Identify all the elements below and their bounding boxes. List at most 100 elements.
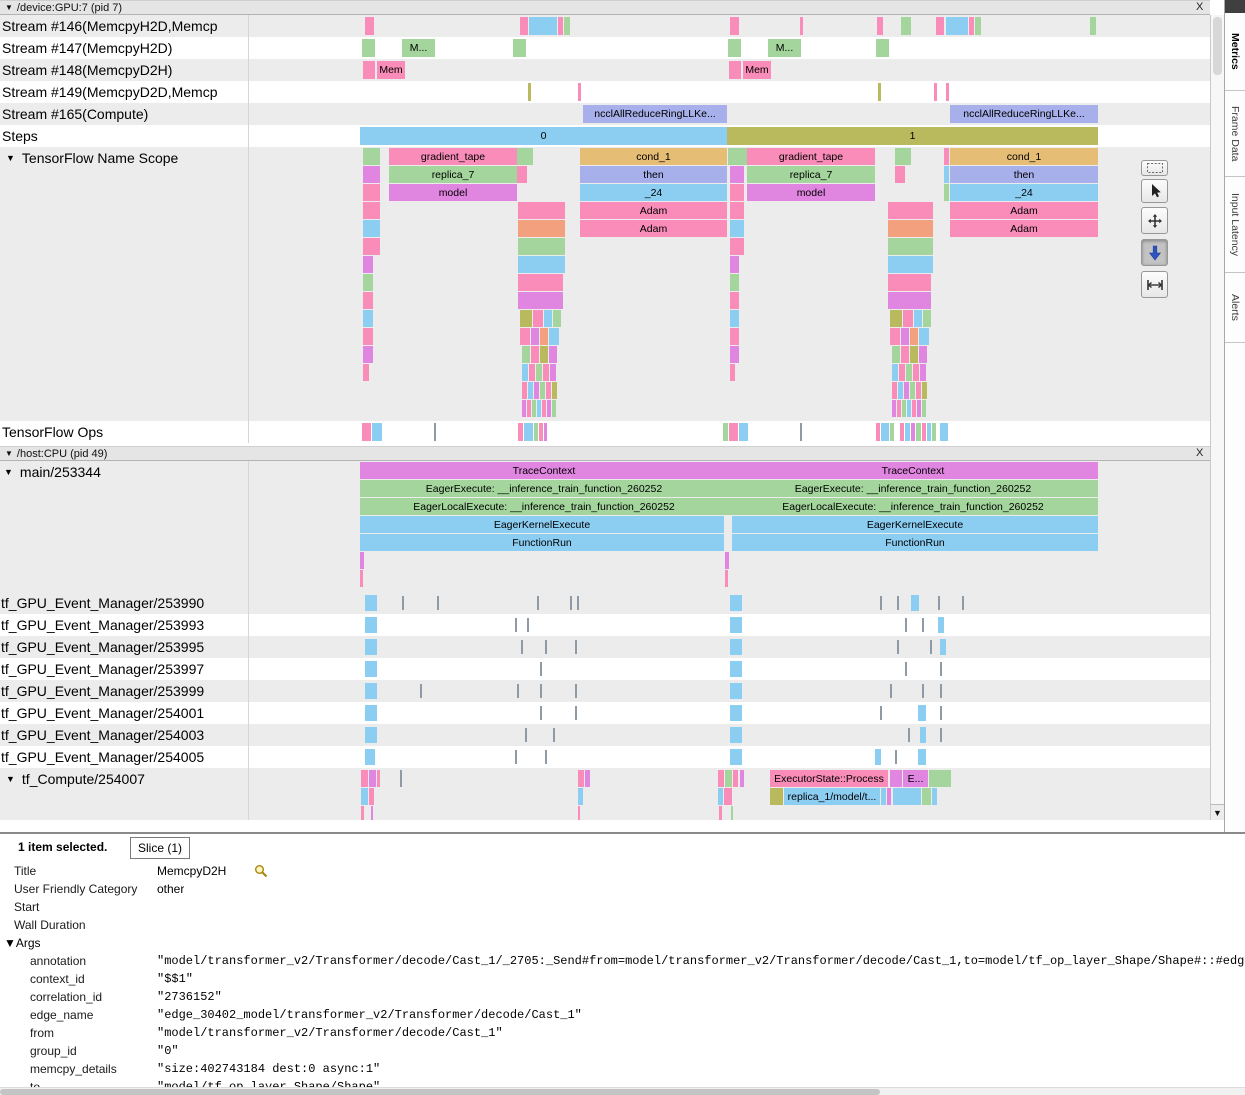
trace-event[interactable]: model <box>747 184 875 201</box>
trace-event[interactable] <box>730 166 744 183</box>
trace-event[interactable]: gradient_tape <box>389 148 517 165</box>
trace-event[interactable] <box>893 788 921 805</box>
trace-event[interactable]: Mem <box>743 61 771 79</box>
trace-tick[interactable] <box>575 640 577 654</box>
trace-event[interactable] <box>363 148 380 165</box>
trace-tick[interactable] <box>540 662 542 676</box>
trace-tick[interactable] <box>930 640 932 654</box>
trace-event[interactable] <box>897 400 901 417</box>
trace-tick[interactable] <box>880 596 882 610</box>
trace-event[interactable] <box>518 292 563 309</box>
trace-event[interactable] <box>718 788 723 805</box>
trace-event[interactable] <box>936 17 944 35</box>
trace-event[interactable] <box>922 423 926 441</box>
trace-event[interactable] <box>532 400 536 417</box>
timing-tool-button[interactable] <box>1141 271 1168 298</box>
trace-event[interactable] <box>975 17 981 35</box>
trace-tick[interactable] <box>575 706 577 720</box>
trace-event[interactable] <box>888 238 933 255</box>
trace-event[interactable] <box>529 364 535 381</box>
trace-event[interactable] <box>546 382 551 399</box>
trace-event[interactable] <box>730 310 739 327</box>
trace-event[interactable]: TraceContext <box>728 462 1098 479</box>
trace-event[interactable] <box>887 788 891 805</box>
trace-event[interactable] <box>875 749 881 765</box>
trace-event[interactable] <box>888 274 931 291</box>
trace-event[interactable] <box>932 423 936 441</box>
trace-tick[interactable] <box>400 770 402 787</box>
trace-event[interactable] <box>730 292 739 309</box>
trace-event[interactable]: EagerLocalExecute: __inference_train_fun… <box>360 498 728 515</box>
trace-event[interactable] <box>730 595 742 611</box>
trace-event[interactable]: Adam <box>950 202 1098 219</box>
trace-event[interactable] <box>534 382 539 399</box>
trace-event[interactable]: _24 <box>950 184 1098 201</box>
trace-event[interactable] <box>800 17 803 35</box>
trace-tick[interactable] <box>575 684 577 698</box>
trace-event[interactable]: cond_1 <box>580 148 727 165</box>
trace-event[interactable]: EagerExecute: __inference_train_function… <box>360 480 728 497</box>
trace-event[interactable] <box>540 328 548 345</box>
trace-event[interactable]: Adam <box>950 220 1098 237</box>
trace-tick[interactable] <box>962 596 964 610</box>
trace-event[interactable] <box>529 17 557 35</box>
trace-event[interactable] <box>536 364 542 381</box>
trace-event[interactable] <box>363 346 373 363</box>
trace-event[interactable]: E... <box>903 770 928 787</box>
trace-event[interactable] <box>361 788 368 805</box>
trace-event[interactable] <box>362 423 371 441</box>
trace-event[interactable] <box>740 770 744 787</box>
horizontal-scrollbar[interactable] <box>0 1087 1245 1095</box>
trace-event[interactable] <box>918 705 926 721</box>
trace-event[interactable] <box>585 770 590 787</box>
trace-tick[interactable] <box>940 684 942 698</box>
trace-event[interactable] <box>898 382 903 399</box>
trace-event[interactable] <box>518 256 565 273</box>
trace-event[interactable] <box>578 83 581 101</box>
track-label[interactable]: ▼tf_Compute/254007 <box>0 770 145 788</box>
trace-event[interactable] <box>518 423 523 441</box>
vertical-scrollbar-thumb[interactable] <box>1213 17 1222 75</box>
trace-event[interactable] <box>946 83 949 101</box>
trace-event[interactable] <box>901 346 909 363</box>
trace-event[interactable] <box>372 423 382 441</box>
trace-event[interactable]: FunctionRun <box>732 534 1098 551</box>
trace-event[interactable] <box>730 256 739 273</box>
trace-event[interactable] <box>522 382 527 399</box>
trace-event[interactable] <box>520 328 530 345</box>
trace-event[interactable] <box>537 400 541 417</box>
trace-tick[interactable] <box>545 640 547 654</box>
trace-event[interactable] <box>534 423 538 441</box>
trace-event[interactable] <box>365 683 377 699</box>
trace-event[interactable] <box>944 184 949 201</box>
trace-event[interactable] <box>363 364 369 381</box>
trace-event[interactable] <box>518 202 565 219</box>
zoom-tool-button[interactable] <box>1141 239 1168 266</box>
trace-event[interactable] <box>365 617 377 633</box>
trace-event[interactable] <box>363 292 373 309</box>
trace-event[interactable]: FunctionRun <box>360 534 724 551</box>
track-label[interactable]: ▼main/253344 <box>0 463 101 481</box>
trace-event[interactable] <box>578 770 584 787</box>
trace-event[interactable] <box>531 328 539 345</box>
trace-event[interactable] <box>365 705 377 721</box>
trace-event[interactable]: M... <box>402 39 435 57</box>
trace-event[interactable] <box>528 83 531 101</box>
trace-event[interactable] <box>927 423 931 441</box>
cpu-close-button[interactable]: X <box>1196 447 1203 459</box>
trace-tick[interactable] <box>940 728 942 742</box>
trace-event[interactable] <box>365 727 377 743</box>
trace-event[interactable] <box>895 148 911 165</box>
trace-event[interactable] <box>969 17 974 35</box>
trace-event[interactable]: EagerKernelExecute <box>360 516 724 533</box>
trace-tick[interactable] <box>517 684 519 698</box>
trace-event[interactable] <box>944 166 949 183</box>
trace-tick[interactable] <box>515 750 517 764</box>
trace-event[interactable] <box>718 770 724 787</box>
collapse-arrow-icon[interactable]: ▼ <box>6 153 15 163</box>
trace-event[interactable]: TraceContext <box>360 462 728 479</box>
trace-event[interactable] <box>728 39 741 57</box>
track-label[interactable]: ▼TensorFlow Name Scope <box>0 149 178 167</box>
trace-tick[interactable] <box>371 806 373 820</box>
trace-tick[interactable] <box>420 684 422 698</box>
